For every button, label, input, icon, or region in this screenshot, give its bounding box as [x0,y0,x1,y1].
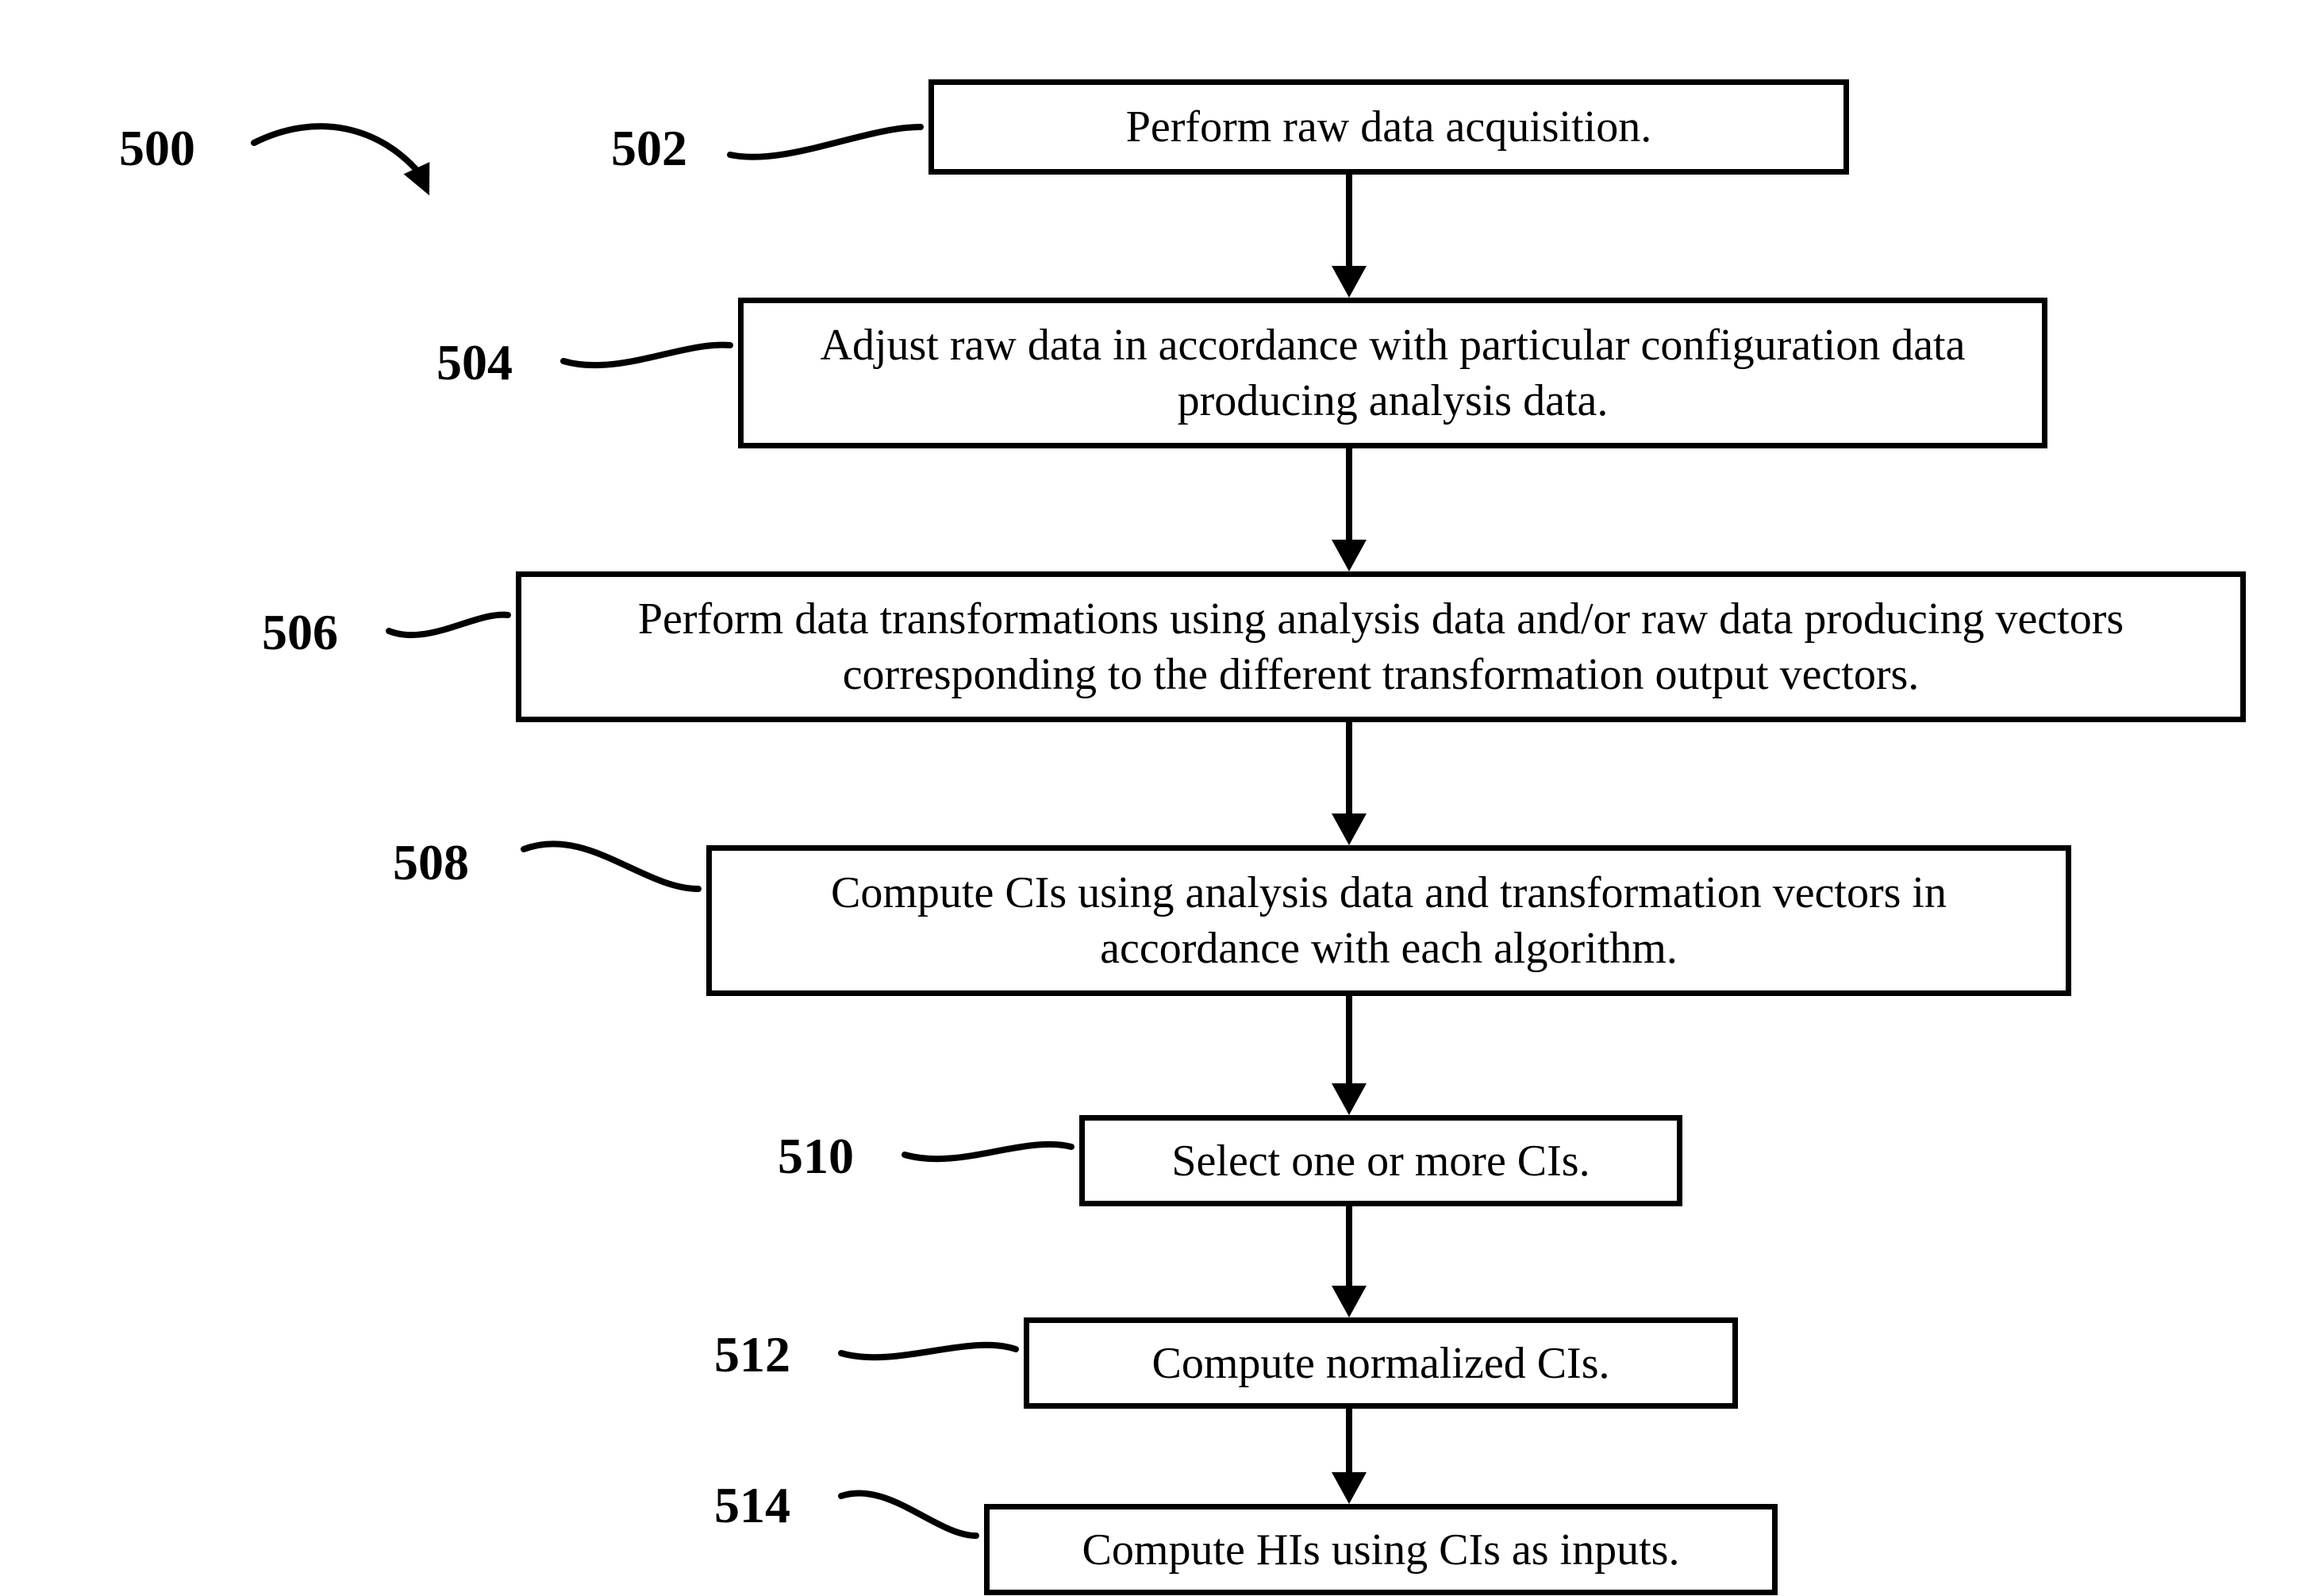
arrow-510-512-shaft [1346,1206,1352,1286]
leader-506 [381,587,516,659]
arrow-512-514-head [1332,1472,1367,1504]
step-514: Compute HIs using CIs as inputs. [984,1504,1778,1595]
arrow-506-508-shaft [1346,722,1352,813]
step-512: Compute normalized CIs. [1024,1317,1738,1409]
ref-504: 504 [436,333,513,392]
step-504-text: Adjust raw data in accordance with parti… [775,317,2010,429]
step-504: Adjust raw data in accordance with parti… [738,298,2047,448]
flowchart-canvas: 500 502 Perform raw data acquisition. 50… [0,0,2299,1596]
arrow-508-510-shaft [1346,996,1352,1083]
ref-506: 506 [262,603,338,662]
arrow-506-508-head [1332,813,1367,845]
leader-502 [722,103,928,175]
ref-502: 502 [611,119,687,178]
ref-500: 500 [119,119,195,178]
arrow-504-506-head [1332,540,1367,571]
arrow-510-512-head [1332,1286,1367,1317]
step-502: Perform raw data acquisition. [928,79,1849,175]
ref-512: 512 [714,1325,790,1384]
leader-514 [833,1472,984,1544]
step-514-text: Compute HIs using CIs as inputs. [1082,1522,1680,1578]
arrow-512-514-shaft [1346,1409,1352,1472]
arrow-504-506-shaft [1346,448,1352,540]
arrow-502-504-shaft [1346,175,1352,266]
arrow-502-504-head [1332,266,1367,298]
step-502-text: Perform raw data acquisition. [1126,99,1651,155]
ref-508: 508 [393,833,469,892]
arrow-508-510-head [1332,1083,1367,1115]
step-508-text: Compute CIs using analysis data and tran… [744,865,2034,976]
leader-508 [516,817,706,897]
ref-510: 510 [778,1127,854,1186]
step-506-text: Perform data transformations using analy… [553,591,2209,702]
leader-510 [897,1111,1079,1183]
step-510: Select one or more CIs. [1079,1115,1682,1206]
leader-512 [833,1317,1024,1381]
ref-514: 514 [714,1476,790,1535]
step-510-text: Select one or more CIs. [1171,1133,1590,1189]
step-508: Compute CIs using analysis data and tran… [706,845,2071,996]
step-512-text: Compute normalized CIs. [1151,1336,1609,1391]
step-506: Perform data transformations using analy… [516,571,2246,722]
leader-504 [556,317,738,389]
